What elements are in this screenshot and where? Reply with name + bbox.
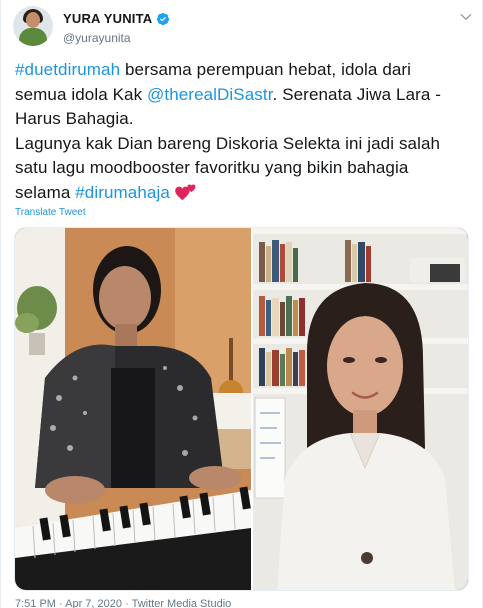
tweet-footer: 7:51 PM · Apr 7, 2020 · Twitter Media St… [15, 598, 232, 608]
tweet-header: YURA YUNITA @yurayunita [13, 6, 475, 48]
tweet-timestamp[interactable]: 7:51 PM · Apr 7, 2020 [15, 598, 122, 608]
hashtag-dirumahaja[interactable]: #dirumahaja [75, 183, 170, 202]
translate-tweet-link[interactable]: Translate Tweet [15, 207, 86, 218]
tweet-card: YURA YUNITA @yurayunita #duetdirumah ber… [0, 0, 483, 608]
hashtag-duetdirumah[interactable]: #duetdirumah [15, 60, 120, 79]
verified-badge-icon [157, 12, 170, 25]
avatar[interactable] [13, 6, 53, 46]
chevron-down-icon[interactable] [459, 10, 473, 24]
display-name[interactable]: YURA YUNITA [63, 11, 170, 26]
user-handle[interactable]: @yurayunita [63, 31, 170, 45]
tweet-source[interactable]: Twitter Media Studio [132, 598, 232, 608]
tweet-media-video[interactable] [14, 227, 469, 591]
author-block: YURA YUNITA @yurayunita [63, 10, 170, 45]
tweet-text: #duetdirumah bersama perempuan hebat, id… [15, 58, 465, 205]
mention-link[interactable]: @therealDiSastr [147, 85, 273, 104]
two-hearts-icon [174, 184, 196, 200]
video-frame-image [15, 228, 468, 590]
